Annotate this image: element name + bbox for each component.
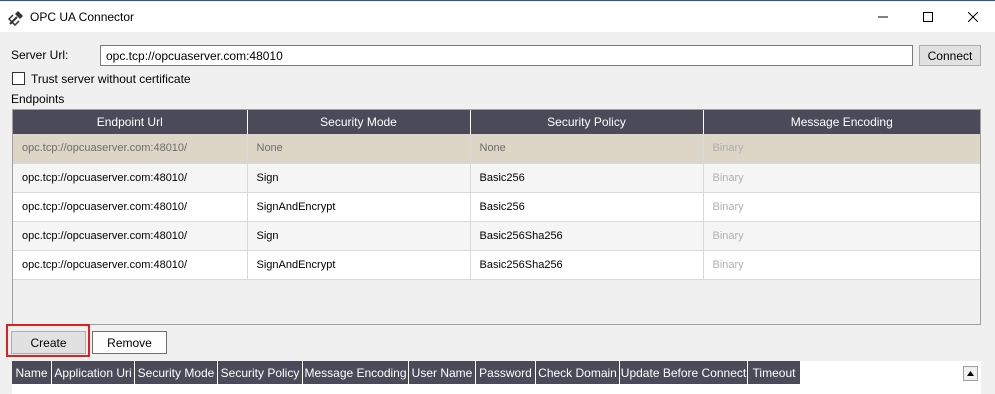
plug-icon bbox=[7, 10, 24, 27]
cell-security-mode[interactable]: None bbox=[247, 134, 471, 164]
cell-security-mode[interactable]: SignAndEncrypt bbox=[247, 250, 471, 280]
cell-endpoint-url[interactable]: opc.tcp://opcuaserver.com:48010/ bbox=[13, 250, 248, 280]
remove-button[interactable]: Remove bbox=[92, 331, 167, 354]
cell-message-encoding[interactable]: Binary bbox=[703, 250, 980, 280]
column-header-check-domain[interactable]: Check Domain bbox=[536, 361, 620, 384]
table-row[interactable]: opc.tcp://opcuaserver.com:48010/ Sign Ba… bbox=[13, 163, 980, 193]
column-header-update-before-connect[interactable]: Update Before Connect bbox=[620, 361, 748, 384]
close-icon bbox=[968, 12, 978, 22]
server-url-input[interactable] bbox=[100, 45, 913, 66]
connect-button[interactable]: Connect bbox=[919, 45, 981, 66]
column-header-security-mode[interactable]: Security Mode bbox=[247, 110, 471, 134]
column-header-application-uri[interactable]: Application Uri bbox=[52, 361, 135, 384]
column-header-security-policy[interactable]: Security Policy bbox=[218, 361, 303, 384]
column-header-security-mode[interactable]: Security Mode bbox=[135, 361, 218, 384]
column-header-name[interactable]: Name bbox=[12, 361, 52, 384]
cell-security-mode[interactable]: Sign bbox=[247, 221, 471, 251]
cell-security-mode[interactable]: Sign bbox=[247, 163, 471, 193]
trust-certificate-checkbox[interactable] bbox=[12, 72, 25, 85]
create-button[interactable]: Create bbox=[11, 331, 86, 354]
column-header-message-encoding[interactable]: Message Encoding bbox=[303, 361, 409, 384]
column-header-user-name[interactable]: User Name bbox=[409, 361, 476, 384]
scroll-up-button[interactable] bbox=[963, 366, 978, 381]
cell-endpoint-url[interactable]: opc.tcp://opcuaserver.com:48010/ bbox=[13, 221, 248, 251]
cell-security-policy[interactable]: Basic256 bbox=[470, 163, 704, 193]
maximize-icon bbox=[923, 12, 933, 22]
cell-security-policy[interactable]: Basic256 bbox=[470, 192, 704, 222]
window-title: OPC UA Connector bbox=[30, 10, 135, 24]
cell-message-encoding[interactable]: Binary bbox=[703, 134, 980, 164]
opc-ua-connector-window: OPC UA Connector Server Url: Connect Tru… bbox=[0, 0, 995, 394]
minimize-button[interactable] bbox=[860, 2, 906, 32]
trust-certificate-label[interactable]: Trust server without certificate bbox=[31, 72, 191, 86]
cell-security-policy[interactable]: None bbox=[470, 134, 704, 164]
server-url-label: Server Url: bbox=[11, 48, 69, 62]
title-bar[interactable]: OPC UA Connector bbox=[0, 2, 995, 32]
cell-message-encoding[interactable]: Binary bbox=[703, 192, 980, 222]
table-row[interactable]: opc.tcp://opcuaserver.com:48010/ SignAnd… bbox=[13, 250, 980, 280]
cell-message-encoding[interactable]: Binary bbox=[703, 163, 980, 193]
cell-endpoint-url[interactable]: opc.tcp://opcuaserver.com:48010/ bbox=[13, 192, 248, 222]
endpoints-label: Endpoints bbox=[11, 92, 65, 106]
cell-endpoint-url[interactable]: opc.tcp://opcuaserver.com:48010/ bbox=[13, 134, 248, 164]
table-row[interactable]: opc.tcp://opcuaserver.com:48010/ None No… bbox=[13, 134, 980, 164]
table-row[interactable]: opc.tcp://opcuaserver.com:48010/ Sign Ba… bbox=[13, 221, 980, 251]
maximize-button[interactable] bbox=[905, 2, 951, 32]
endpoints-grid: Endpoint Url Security Mode Security Poli… bbox=[12, 109, 981, 325]
cell-security-policy[interactable]: Basic256Sha256 bbox=[470, 250, 704, 280]
endpoints-header-row: Endpoint Url Security Mode Security Poli… bbox=[13, 110, 980, 134]
column-header-security-policy[interactable]: Security Policy bbox=[470, 110, 704, 134]
cell-security-mode[interactable]: SignAndEncrypt bbox=[247, 192, 471, 222]
caret-up-icon bbox=[967, 371, 974, 376]
cell-security-policy[interactable]: Basic256Sha256 bbox=[470, 221, 704, 251]
connections-header-row: Name Application Uri Security Mode Secur… bbox=[12, 361, 801, 384]
column-header-endpoint-url[interactable]: Endpoint Url bbox=[13, 110, 248, 134]
connections-grid: Name Application Uri Security Mode Secur… bbox=[12, 361, 981, 394]
cell-message-encoding[interactable]: Binary bbox=[703, 221, 980, 251]
close-button[interactable] bbox=[950, 2, 995, 32]
column-header-timeout[interactable]: Timeout bbox=[748, 361, 801, 384]
minimize-icon bbox=[878, 16, 888, 18]
table-row[interactable]: opc.tcp://opcuaserver.com:48010/ SignAnd… bbox=[13, 192, 980, 222]
cell-endpoint-url[interactable]: opc.tcp://opcuaserver.com:48010/ bbox=[13, 163, 248, 193]
column-header-message-encoding[interactable]: Message Encoding bbox=[703, 110, 980, 134]
column-header-password[interactable]: Password bbox=[476, 361, 536, 384]
